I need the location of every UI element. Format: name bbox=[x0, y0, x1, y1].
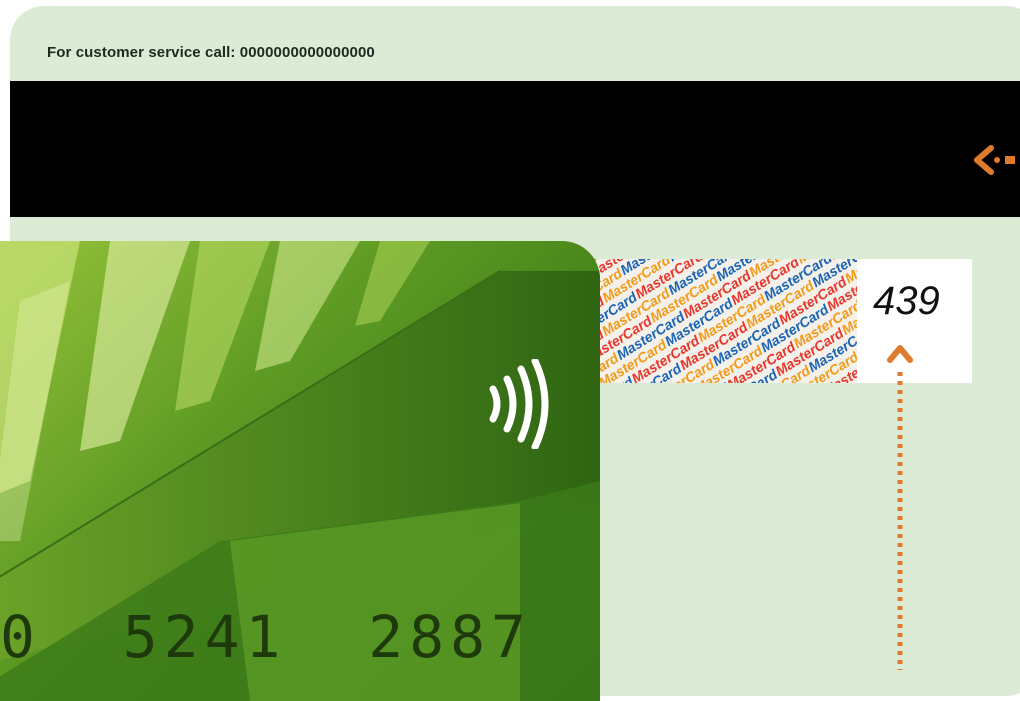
customer-service-text: For customer service call: 0000000000000… bbox=[47, 44, 375, 61]
signature-strip: MasterCardMasterCardMasterCardMasterCard… bbox=[585, 259, 857, 383]
arrow-up-icon bbox=[882, 330, 918, 670]
arrow-left-icon bbox=[965, 140, 1020, 180]
magnetic-stripe bbox=[10, 81, 1020, 217]
card-number: 0 5241 2887 bbox=[0, 603, 532, 671]
signature-pattern: MasterCardMasterCardMasterCardMasterCard… bbox=[585, 259, 857, 383]
contactless-icon bbox=[485, 359, 555, 449]
cvv-code: 439 bbox=[873, 279, 940, 324]
card-front: 0 5241 2887 bbox=[0, 241, 600, 701]
